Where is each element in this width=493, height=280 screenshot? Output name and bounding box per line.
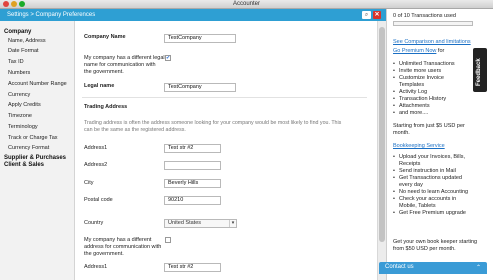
go-premium-link[interactable]: Go Premium Now bbox=[393, 48, 436, 54]
bookkeeping-feature: Check your accounts in bbox=[393, 196, 456, 203]
bookkeeping-price-line2: from $50 USD per month. bbox=[393, 246, 456, 252]
sidebar-item-track-charge-tax[interactable]: Track or Charge Tax bbox=[8, 135, 58, 141]
sidebar-heading-company[interactable]: Company bbox=[4, 29, 31, 35]
go-premium-suffix: for bbox=[436, 48, 445, 54]
bookkeeping-feature: Upload your Invoices, Bills, bbox=[393, 154, 465, 161]
form-scrollbar[interactable] bbox=[377, 21, 386, 280]
country-select[interactable]: United States ▾ bbox=[164, 219, 237, 228]
sidebar-heading-supplier[interactable]: Supplier & Purchases bbox=[4, 155, 66, 161]
country-label: Country bbox=[84, 220, 104, 226]
address2-input[interactable] bbox=[164, 161, 221, 170]
window-title: Accounter bbox=[232, 1, 260, 7]
bookkeeping-feature: No need to learn Accounting bbox=[393, 189, 468, 196]
settings-header: Settings > Company Preferences ⌕ ✕ bbox=[0, 9, 386, 21]
premium-feature: Transaction History bbox=[393, 96, 446, 103]
company-name-input[interactable]: TestCompany bbox=[164, 34, 236, 43]
chevron-down-icon: ▾ bbox=[229, 220, 236, 227]
bookkeeping-feature-continued: Mobile, Tablets bbox=[399, 203, 436, 209]
premium-price-line2: month. bbox=[393, 130, 410, 136]
different-address-label-line1: My company has a different bbox=[84, 237, 152, 243]
close-icon[interactable]: ✕ bbox=[373, 11, 381, 19]
premium-feature: Attachments bbox=[393, 103, 429, 110]
legal-name-checkbox-label-line1: My company has a different legal bbox=[84, 55, 165, 61]
legal-name-input[interactable]: TestCompany bbox=[164, 83, 236, 92]
feedback-label: Feedback bbox=[476, 58, 482, 86]
different-address-label-line3: the government. bbox=[84, 251, 124, 257]
address1-label: Address1 bbox=[84, 145, 108, 151]
sidebar-item-apply-credits[interactable]: Apply Credits bbox=[8, 102, 41, 108]
sidebar-item-date-format[interactable]: Date Format bbox=[8, 48, 39, 54]
contact-us-label: Contact us bbox=[385, 264, 414, 270]
country-select-value: United States bbox=[168, 220, 202, 226]
legal-name-checkbox-label: My company has a different legal name fo… bbox=[84, 55, 165, 76]
different-address-label-line2: address for communication with bbox=[84, 244, 162, 250]
sidebar-item-timezone[interactable]: Timezone bbox=[8, 113, 32, 119]
premium-feature: and more.... bbox=[393, 110, 428, 117]
legal-name-checkbox-label-line3: the government. bbox=[84, 69, 124, 75]
contact-us-bar[interactable]: Contact us ⌃ bbox=[379, 262, 487, 274]
trading-address-heading: Trading Address bbox=[84, 104, 128, 110]
premium-feature: Activity Log bbox=[393, 89, 427, 96]
transactions-used-text: 0 of 10 Transactions used bbox=[393, 13, 456, 19]
go-premium-line: Go Premium Now for bbox=[393, 48, 444, 55]
sidebar-item-numbers[interactable]: Numbers bbox=[8, 70, 30, 76]
city-input[interactable]: Beverly Hills bbox=[164, 179, 221, 188]
search-icon[interactable]: ⌕ bbox=[362, 11, 371, 19]
bookkeeping-feature-continued: every day bbox=[399, 182, 423, 188]
window-titlebar: Accounter bbox=[0, 0, 493, 9]
bookkeeping-feature: Get Transactions updated bbox=[393, 175, 462, 182]
settings-sidebar: Company Name, Address Date Format Tax ID… bbox=[0, 21, 75, 280]
trading-address-description-line2: can be the same as the registered addres… bbox=[84, 127, 186, 133]
legal-name-checkbox[interactable]: ✔ bbox=[165, 55, 171, 61]
sidebar-item-account-number-range[interactable]: Account Number Range bbox=[8, 81, 67, 87]
sidebar-item-currency[interactable]: Currency bbox=[8, 92, 30, 98]
form-scrollbar-thumb[interactable] bbox=[379, 27, 385, 242]
different-address-checkbox[interactable] bbox=[165, 237, 171, 243]
different-address-checkbox-label: My company has a different address for c… bbox=[84, 237, 161, 258]
premium-feature: Unlimited Transactions bbox=[393, 61, 455, 68]
chevron-up-icon: ⌃ bbox=[476, 265, 482, 271]
trading-address-description-line1: Trading address is often the address som… bbox=[84, 120, 342, 126]
address1-input[interactable]: Test str #2 bbox=[164, 144, 221, 153]
bookkeeping-feature: Get Free Premium upgrade bbox=[393, 210, 466, 217]
address2-label: Address2 bbox=[84, 162, 108, 168]
bookkeeping-price-line1: Get your own book keeper starting bbox=[393, 239, 478, 245]
premium-feature: Customize Invoice bbox=[393, 75, 444, 82]
company-name-label: Company Name bbox=[84, 34, 126, 40]
premium-feature: Invite more users bbox=[393, 68, 441, 75]
sidebar-item-name-address[interactable]: Name, Address bbox=[8, 38, 46, 44]
postal-code-input[interactable]: 90210 bbox=[164, 196, 221, 205]
premium-feature-continued: Templates bbox=[399, 82, 425, 88]
sidebar-item-tax-id[interactable]: Tax ID bbox=[8, 59, 24, 65]
address1-secondary-label: Address1 bbox=[84, 264, 108, 270]
premium-price-line1: Starting from just $5 USD per bbox=[393, 123, 465, 129]
city-label: City bbox=[84, 180, 94, 186]
bookkeeping-feature: Send instruction in Mail bbox=[393, 168, 456, 175]
sidebar-item-currency-format[interactable]: Currency Format bbox=[8, 145, 49, 151]
breadcrumb: Settings > Company Preferences bbox=[7, 12, 96, 18]
bookkeeping-link[interactable]: Bookkeeping Service bbox=[393, 143, 445, 150]
bookkeeping-feature-continued: Receipts bbox=[399, 161, 421, 167]
sidebar-heading-client[interactable]: Client & Sales bbox=[4, 162, 44, 168]
trading-address-description: Trading address is often the address som… bbox=[84, 120, 341, 134]
feedback-tab[interactable]: Feedback bbox=[473, 48, 487, 92]
legal-name-checkbox-label-line2: name for communication with bbox=[84, 62, 156, 68]
postal-code-label: Postal code bbox=[84, 197, 113, 203]
transactions-progress-bar bbox=[393, 21, 473, 26]
compare-link[interactable]: See Comparison and limitations bbox=[393, 39, 471, 46]
address1-secondary-input[interactable]: Test str #2 bbox=[164, 263, 221, 272]
legal-name-label: Legal name bbox=[84, 83, 115, 89]
section-divider bbox=[82, 97, 367, 98]
sidebar-item-terminology[interactable]: Terminology bbox=[8, 124, 38, 130]
